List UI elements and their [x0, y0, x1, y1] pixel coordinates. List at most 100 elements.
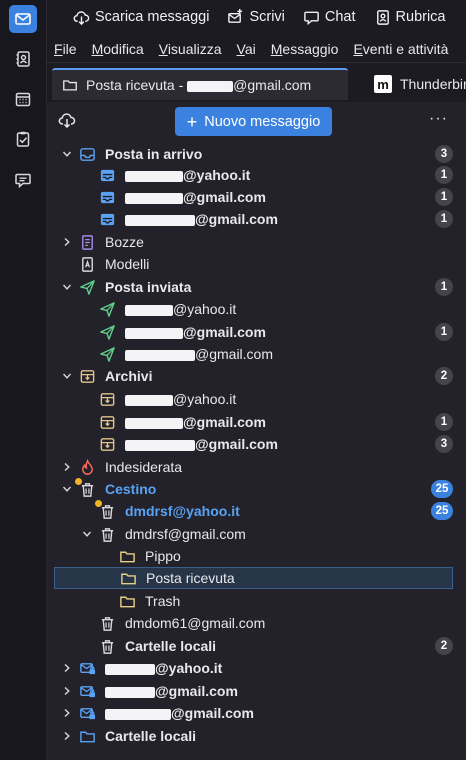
folder-row[interactable]: Bozze [54, 231, 453, 253]
get-messages-button[interactable]: Scarica messaggi [66, 5, 216, 30]
folder-label-text: Posta ricevuta [146, 570, 235, 586]
plus-icon: + [186, 111, 198, 132]
menu-message[interactable]: Messaggio [271, 41, 339, 57]
chat-button[interactable]: Chat [296, 5, 363, 30]
chat-label: Chat [324, 9, 356, 25]
folder-label-text: @gmail.com [155, 683, 238, 699]
folder-row[interactable]: Cestino 25 [54, 478, 453, 500]
folder-row[interactable]: @gmail.com 1 [54, 186, 453, 208]
chevron-right-icon[interactable] [60, 661, 74, 675]
sent-icon [78, 278, 96, 296]
folder-label: dmdrsf@gmail.com [125, 526, 453, 542]
folder-row[interactable]: @gmail.com [54, 343, 453, 365]
chevron-down-icon[interactable] [60, 147, 74, 161]
folder-icon [78, 727, 96, 745]
folder-row[interactable]: Posta inviata 1 [54, 276, 453, 298]
menu-file[interactable]: File [54, 41, 77, 57]
folder-label-text: Cestino [105, 481, 157, 497]
folder-row[interactable]: Trash [54, 590, 453, 612]
calendar-space-button[interactable] [9, 85, 37, 113]
folder-label: @yahoo.it [125, 167, 435, 183]
tab-inbox[interactable]: Posta ricevuta - @gmail.com [52, 68, 348, 100]
folder-row[interactable]: @yahoo.it [54, 657, 453, 679]
chat-space-button[interactable] [9, 166, 37, 194]
folder-row[interactable]: Cartelle locali [54, 725, 453, 747]
folder-row[interactable]: dmdrsf@yahoo.it 25 [54, 500, 453, 522]
folder-label-text: Modelli [105, 256, 150, 272]
chevron-down-icon[interactable] [60, 369, 74, 383]
folder-row[interactable]: dmdom61@gmail.com [54, 612, 453, 634]
chevron-right-icon[interactable] [60, 729, 74, 743]
menu-view[interactable]: Visualizza [159, 41, 222, 57]
folder-label-text: @yahoo.it [173, 391, 237, 407]
folder-label-text: @gmail.com [195, 436, 278, 452]
folder-label: Cartelle locali [125, 638, 435, 654]
redacted-text [125, 170, 183, 182]
mail-space-button[interactable] [9, 5, 37, 33]
folder-row[interactable]: @gmail.com 1 [54, 321, 453, 343]
address-book-space-button[interactable] [9, 45, 37, 73]
sent-icon [98, 300, 116, 318]
chevron-right-icon[interactable] [60, 684, 74, 698]
drafts-icon [78, 233, 96, 251]
chevron-right-icon[interactable] [60, 460, 74, 474]
folder-row[interactable]: @gmail.com 1 [54, 208, 453, 230]
folder-row[interactable]: @yahoo.it 1 [54, 164, 453, 186]
folder-label: @gmail.com [125, 211, 435, 227]
tab-inbox-label: Posta ricevuta - @gmail.com [86, 77, 312, 93]
folder-row[interactable]: @gmail.com [54, 680, 453, 702]
inbox-icon [98, 166, 116, 184]
cloud-download-icon[interactable] [58, 111, 76, 129]
folder-row[interactable]: Modelli [54, 253, 453, 275]
chevron-right-icon[interactable] [60, 706, 74, 720]
folder-label-text: dmdrsf@yahoo.it [125, 503, 240, 519]
mail-icon [15, 13, 31, 25]
folder-row[interactable]: @gmail.com 3 [54, 433, 453, 455]
junk-icon [78, 458, 96, 476]
menu-edit[interactable]: Modifica [92, 41, 144, 57]
folder-label: @gmail.com [125, 346, 453, 362]
folder-row[interactable]: Pippo [54, 545, 453, 567]
folder-label-text: Cartelle locali [125, 638, 217, 654]
tab-thunderbird[interactable]: m Thunderbird [364, 68, 466, 100]
chevron-right-icon[interactable] [60, 235, 74, 249]
address-book-button[interactable]: Rubrica [367, 5, 453, 30]
folder-label: @gmail.com [105, 705, 453, 721]
unread-count-badge: 1 [435, 166, 453, 184]
chat-bubble-icon [304, 11, 319, 25]
folder-row[interactable]: dmdrsf@gmail.com [54, 523, 453, 545]
folder-row[interactable]: Archivi 2 [54, 365, 453, 387]
folder-label: Archivi [105, 368, 435, 384]
tasks-icon [16, 131, 30, 147]
folder-pane: + Nuovo messaggio ··· Posta in arrivo 3 @y… [46, 102, 466, 760]
folder-row[interactable]: @gmail.com [54, 702, 453, 724]
tasks-space-button[interactable] [9, 125, 37, 153]
folder-label: Posta ricevuta [146, 570, 452, 586]
chevron-down-icon[interactable] [80, 527, 94, 541]
chevron-down-icon[interactable] [60, 482, 74, 496]
write-button[interactable]: Scrivi [220, 5, 291, 30]
folder-row[interactable]: Posta in arrivo 3 [54, 143, 453, 165]
more-options-icon[interactable]: ··· [429, 110, 448, 128]
folder-row[interactable]: @yahoo.it [54, 388, 453, 410]
new-message-button[interactable]: + Nuovo messaggio [175, 107, 332, 136]
folder-row[interactable]: @yahoo.it [54, 298, 453, 320]
folder-label-text: @yahoo.it [173, 301, 237, 317]
redacted-text [105, 663, 155, 675]
trash-icon [95, 500, 116, 520]
redacted-text [125, 417, 183, 429]
folder-label-text: Archivi [105, 368, 153, 384]
sent-icon [98, 345, 116, 363]
menu-events[interactable]: Eventi e attività [353, 41, 448, 57]
menu-go[interactable]: Vai [237, 41, 256, 57]
folder-row[interactable]: Cartelle locali 2 [54, 635, 453, 657]
folder-row[interactable]: Indesiderata [54, 456, 453, 478]
folder-row[interactable]: Posta ricevuta [54, 567, 453, 589]
chevron-down-icon[interactable] [60, 280, 74, 294]
folder-label: @yahoo.it [125, 301, 453, 317]
folder-row[interactable]: @gmail.com 1 [54, 411, 453, 433]
